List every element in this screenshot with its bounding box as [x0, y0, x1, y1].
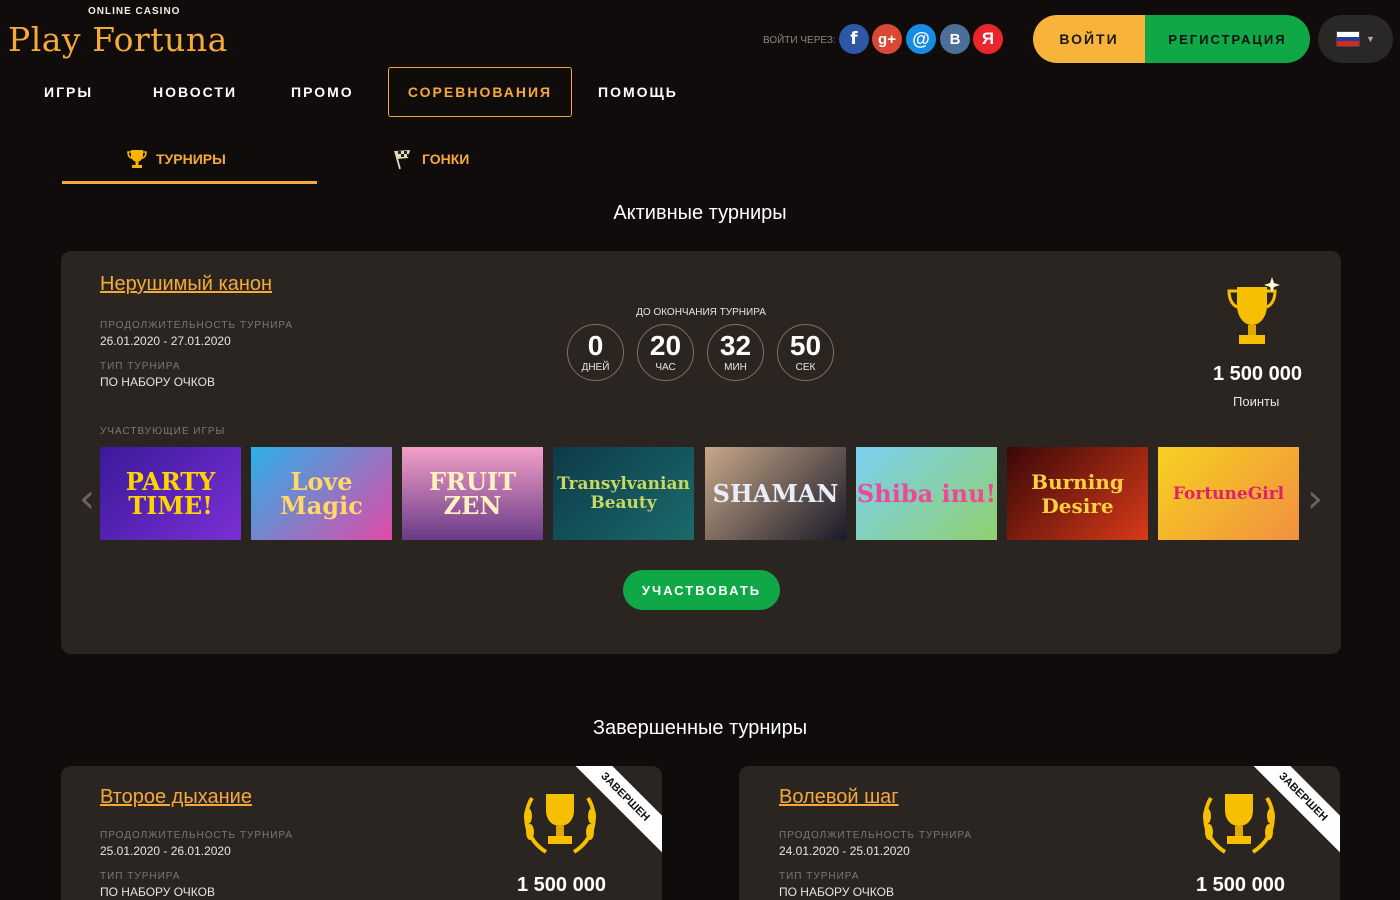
nav-competitions[interactable]: СОРЕВНОВАНИЯ [388, 67, 572, 117]
countdown-minutes-unit: МИН [724, 362, 747, 373]
join-button[interactable]: УЧАСТВОВАТЬ [623, 570, 780, 610]
game-thumb-shiba-inu[interactable]: Shiba inu! [856, 447, 997, 540]
logo-subtitle: ONLINE CASINO [88, 6, 181, 17]
google-plus-icon[interactable]: g+ [872, 24, 902, 54]
tournament-name-link[interactable]: Нерушимый канон [100, 273, 272, 296]
tournament-name-link[interactable]: Второе дыхание [100, 786, 252, 809]
active-tournament-card: Нерушимый канон ПРОДОЛЖИТЕЛЬНОСТЬ ТУРНИР… [61, 251, 1341, 654]
mail-ru-icon[interactable]: @ [906, 24, 936, 54]
tab-tournaments[interactable]: ТУРНИРЫ [126, 148, 226, 170]
logo[interactable]: ONLINE CASINO Play Fortuna [8, 6, 270, 60]
type-value: ПО НАБОРУ ОЧКОВ [779, 885, 894, 899]
duration-value: 25.01.2020 - 26.01.2020 [100, 844, 231, 858]
laurel-trophy-icon [1203, 794, 1275, 854]
logo-title: Play Fortuna [8, 20, 228, 59]
duration-label: ПРОДОЛЖИТЕЛЬНОСТЬ ТУРНИРА [100, 830, 294, 841]
ru-flag-icon [1336, 31, 1361, 47]
countdown-days: 0 ДНЕЙ [567, 324, 624, 381]
prize-amount: 1 500 000 [517, 874, 606, 896]
game-thumb-transylvanian-beauty[interactable]: Transylvanian Beauty [553, 447, 694, 540]
tab-races-label: ГОНКИ [422, 151, 470, 167]
tournament-name-link[interactable]: Волевой шаг [779, 786, 899, 809]
active-tab-indicator [62, 181, 317, 184]
facebook-icon[interactable]: f [839, 24, 869, 54]
tab-races[interactable]: ГОНКИ [392, 148, 469, 170]
nav-help[interactable]: ПОМОЩЬ [598, 84, 678, 100]
type-label: ТИП ТУРНИРА [100, 361, 181, 372]
nav-news[interactable]: НОВОСТИ [153, 84, 237, 100]
chevron-left-icon[interactable]: ‹ [79, 476, 95, 522]
games-label: УЧАСТВУЮЩИЕ ИГРЫ [100, 426, 226, 437]
game-thumb-fortune-girl[interactable]: FortuneGirl [1158, 447, 1299, 540]
vk-icon[interactable]: В [940, 24, 970, 54]
game-thumb-fruit-zen[interactable]: FRUIT ZEN [402, 447, 543, 540]
game-thumb-love-magic[interactable]: Love Magic [251, 447, 392, 540]
countdown-minutes: 32 МИН [707, 324, 764, 381]
trophy-icon [1227, 277, 1280, 344]
prize-amount: 1 500 000 [1213, 363, 1302, 385]
duration-value: 26.01.2020 - 27.01.2020 [100, 334, 231, 348]
countdown-seconds: 50 СЕК [777, 324, 834, 381]
checkered-flag-icon [394, 150, 410, 170]
completed-tournaments-title: Завершенные турниры [592, 717, 808, 739]
type-value: ПО НАБОРУ ОЧКОВ [100, 375, 215, 389]
nav-games[interactable]: ИГРЫ [44, 84, 93, 100]
type-value: ПО НАБОРУ ОЧКОВ [100, 885, 215, 899]
nav-promo[interactable]: ПРОМО [291, 84, 354, 100]
game-thumb-burning-desire[interactable]: Burning Desire [1007, 447, 1148, 540]
register-button[interactable]: РЕГИСТРАЦИЯ [1145, 15, 1310, 63]
prize-unit: Поинты [1233, 394, 1280, 409]
completed-tournament-card: ЗАВЕРШЕН Волевой шаг ПРОДОЛЖИТЕЛЬНОСТЬ Т… [739, 766, 1340, 900]
game-thumb-shaman[interactable]: SHAMAN [705, 447, 846, 540]
countdown-hours: 20 ЧАС [637, 324, 694, 381]
trophy-icon [127, 150, 147, 168]
countdown-seconds-value: 50 [789, 330, 822, 361]
countdown-days-unit: ДНЕЙ [581, 362, 610, 373]
countdown-seconds-unit: СЕК [795, 362, 816, 373]
language-selector[interactable]: ▼ [1318, 15, 1393, 63]
completed-tournament-card: ЗАВЕРШЕН Второе дыхание ПРОДОЛЖИТЕЛЬНОСТ… [61, 766, 662, 900]
laurel-trophy-icon [524, 794, 596, 854]
countdown-minutes-value: 32 [719, 330, 752, 361]
countdown-label: ДО ОКОНЧАНИЯ ТУРНИРА [636, 307, 766, 318]
chevron-down-icon: ▼ [1366, 34, 1375, 44]
yandex-icon[interactable]: Я [973, 24, 1003, 54]
prize-amount: 1 500 000 [1196, 874, 1285, 896]
tab-tournaments-label: ТУРНИРЫ [156, 151, 226, 167]
duration-label: ПРОДОЛЖИТЕЛЬНОСТЬ ТУРНИРА [100, 320, 294, 331]
type-label: ТИП ТУРНИРА [100, 871, 181, 882]
login-button[interactable]: ВОЙТИ [1033, 15, 1145, 63]
game-thumb-party-time[interactable]: PARTY TIME! [100, 447, 241, 540]
countdown-hours-value: 20 [649, 330, 682, 361]
chevron-right-icon[interactable]: › [1307, 476, 1323, 522]
countdown-days-value: 0 [587, 330, 604, 361]
active-tournaments-title: Активные турниры [613, 202, 787, 224]
social-login-label: ВОЙТИ ЧЕРЕЗ: [763, 35, 836, 46]
duration-label: ПРОДОЛЖИТЕЛЬНОСТЬ ТУРНИРА [779, 830, 973, 841]
countdown-hours-unit: ЧАС [655, 362, 676, 373]
duration-value: 24.01.2020 - 25.01.2020 [779, 844, 910, 858]
type-label: ТИП ТУРНИРА [779, 871, 860, 882]
